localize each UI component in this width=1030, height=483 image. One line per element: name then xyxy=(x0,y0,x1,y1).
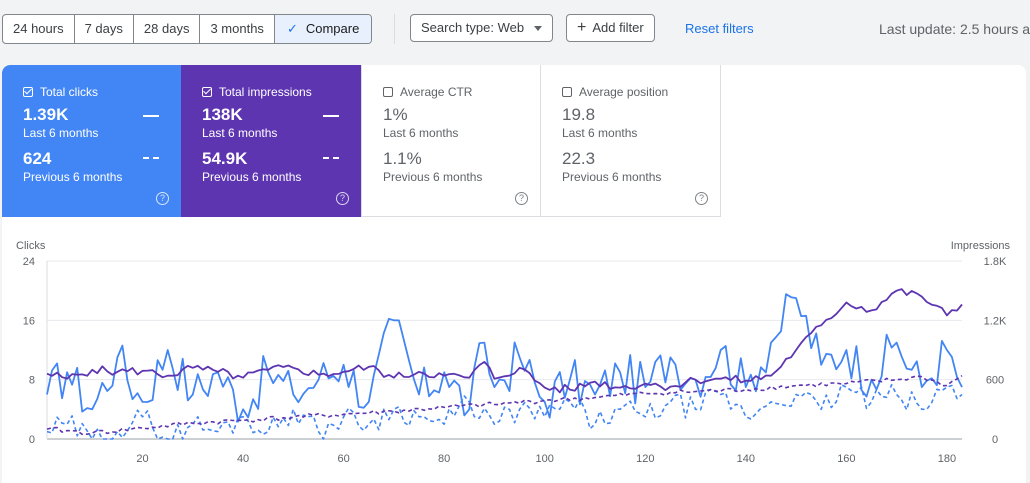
metric-label: Total clicks xyxy=(40,85,99,99)
date-range-label: 24 hours xyxy=(13,21,64,36)
checkbox-unchecked-icon[interactable] xyxy=(562,87,572,97)
y2-tick-label: 1.8K xyxy=(984,256,1007,268)
metric-previous-value: 624 xyxy=(23,149,52,168)
metric-card-average-ctr[interactable]: Average CTR 1% Last 6 months 1.1% Previo… xyxy=(361,65,541,217)
x-tick-label: 160 xyxy=(837,453,855,465)
metric-previous-value: 22.3 xyxy=(562,149,596,168)
plus-icon: + xyxy=(577,19,587,36)
metric-period: Last 6 months xyxy=(202,126,278,140)
y2-tick-label: 0 xyxy=(992,434,998,446)
y-tick-label: 16 xyxy=(23,315,35,327)
date-range-3-months[interactable]: 3 months xyxy=(200,15,275,43)
metric-value: 1% xyxy=(383,105,408,124)
metric-card-total-impressions[interactable]: Total impressions 138K Last 6 months 54.… xyxy=(181,65,361,217)
x-tick-label: 40 xyxy=(237,453,249,465)
help-icon[interactable]: ? xyxy=(336,192,349,205)
y2-tick-label: 1.2K xyxy=(984,315,1007,327)
metric-card-total-clicks[interactable]: Total clicks 1.39K Last 6 months 624 Pre… xyxy=(2,65,181,217)
checkbox-unchecked-icon[interactable] xyxy=(383,87,393,97)
performance-chart[interactable]: Clicks Impressions 0 8 16 24 0 600 1.2K 1.8K 20 40 6… xyxy=(2,225,1026,483)
performance-card: Total clicks 1.39K Last 6 months 624 Pre… xyxy=(2,65,1026,483)
x-tick-label: 100 xyxy=(536,453,554,465)
date-range-compare[interactable]: ✓ Compare xyxy=(274,15,372,43)
date-range-label: 3 months xyxy=(210,21,264,36)
x-tick-label: 180 xyxy=(938,453,956,465)
date-range-label: Compare xyxy=(305,21,360,36)
y-tick-label: 24 xyxy=(23,256,35,268)
y-tick-label: 0 xyxy=(29,434,35,446)
x-tick-label: 20 xyxy=(136,453,148,465)
x-tick-label: 80 xyxy=(438,453,450,465)
last-update-text: Last update: 2.5 hours ag xyxy=(879,21,1030,37)
search-type-label: Search type: Web xyxy=(421,20,525,35)
metric-label: Average position xyxy=(579,85,669,99)
metric-previous-value: 54.9K xyxy=(202,149,248,168)
search-type-dropdown[interactable]: Search type: Web xyxy=(410,14,554,42)
help-icon[interactable]: ? xyxy=(695,192,708,205)
y-tick-label: 8 xyxy=(29,375,35,387)
help-icon[interactable]: ? xyxy=(156,192,169,205)
add-filter-label: Add filter xyxy=(592,20,644,35)
date-range-label: 28 days xyxy=(143,21,190,36)
filter-toolbar: 24 hours 7 days 28 days 3 months ✓ Compare Se… xyxy=(0,0,1030,60)
legend-solid-line-icon xyxy=(323,115,339,117)
date-range-28-days[interactable]: 28 days xyxy=(134,15,201,43)
x-tick-label: 140 xyxy=(737,453,755,465)
legend-dashed-line-icon xyxy=(143,157,159,159)
add-filter-button[interactable]: + Add filter xyxy=(566,14,655,42)
date-range-24-hours[interactable]: 24 hours xyxy=(3,15,75,43)
date-range-selector: 24 hours 7 days 28 days 3 months ✓ Compare xyxy=(2,14,373,44)
series-line-previous-clicks xyxy=(46,384,963,440)
x-tick-label: 120 xyxy=(636,453,654,465)
metric-label: Total impressions xyxy=(219,85,312,99)
metric-previous-value: 1.1% xyxy=(383,149,422,168)
metric-previous-period: Previous 6 months xyxy=(23,170,123,184)
metric-card-average-position[interactable]: Average position 19.8 Last 6 months 22.3… xyxy=(541,65,721,217)
metric-previous-period: Previous 6 months xyxy=(562,170,662,184)
legend-solid-line-icon xyxy=(143,115,159,117)
series-line-previous-impressions xyxy=(46,375,963,436)
metric-previous-period: Previous 6 months xyxy=(383,170,483,184)
y-axis-title: Clicks xyxy=(16,240,46,252)
date-range-7-days[interactable]: 7 days xyxy=(75,15,134,43)
toolbar-divider xyxy=(394,14,395,44)
metric-value: 19.8 xyxy=(562,105,596,124)
date-range-label: 7 days xyxy=(84,21,123,36)
legend-dashed-line-icon xyxy=(323,157,339,159)
checkbox-checked-icon[interactable] xyxy=(202,87,212,97)
y2-tick-label: 600 xyxy=(986,375,1004,387)
metric-label: Average CTR xyxy=(400,85,473,99)
x-tick-label: 60 xyxy=(337,453,349,465)
help-icon[interactable]: ? xyxy=(515,192,528,205)
checkbox-checked-icon[interactable] xyxy=(23,87,33,97)
metric-period: Last 6 months xyxy=(23,126,99,140)
caret-down-icon xyxy=(534,26,543,32)
metric-period: Last 6 months xyxy=(383,126,459,140)
metric-previous-period: Previous 6 months xyxy=(202,170,302,184)
check-icon: ✓ xyxy=(286,21,298,36)
y2-axis-title: Impressions xyxy=(951,240,1011,252)
metric-period: Last 6 months xyxy=(562,126,638,140)
reset-filters-link[interactable]: Reset filters xyxy=(685,21,754,36)
